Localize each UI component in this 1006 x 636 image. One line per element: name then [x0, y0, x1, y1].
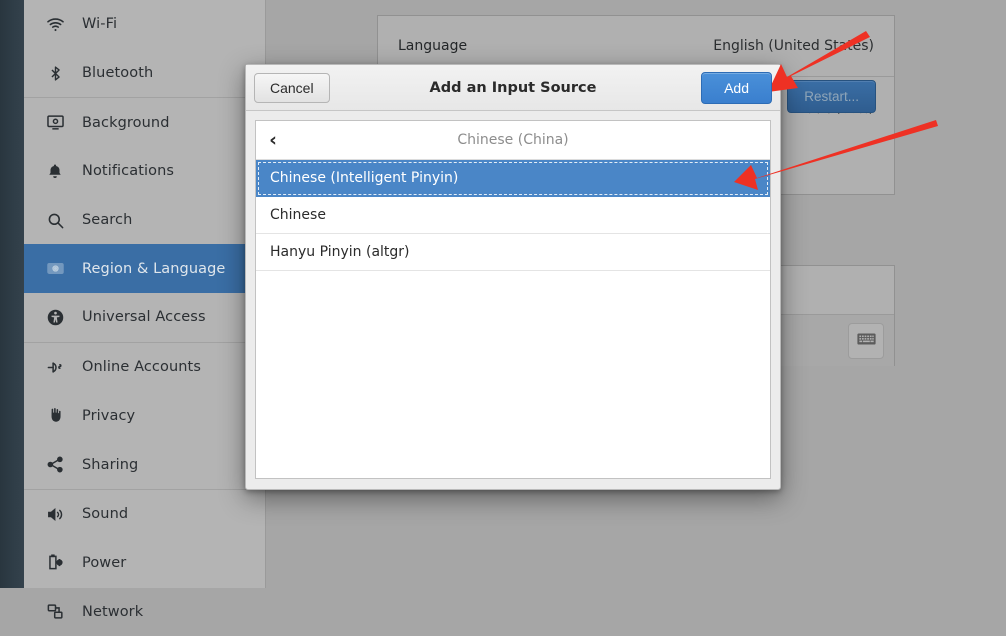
- sidebar-item-privacy[interactable]: Privacy: [24, 392, 265, 441]
- desktop-background-strip: [0, 0, 24, 588]
- sidebar-item-wifi[interactable]: Wi-Fi: [24, 0, 265, 49]
- restart-button[interactable]: Restart...: [787, 80, 876, 113]
- sidebar-item-label: Notifications: [82, 163, 175, 180]
- sidebar-item-notifications[interactable]: Notifications: [24, 147, 265, 196]
- dialog-body: ‹ Chinese (China) Chinese (Intelligent P…: [255, 120, 771, 479]
- language-row-label: Language: [398, 38, 468, 54]
- gear-icon[interactable]: [740, 170, 756, 186]
- chevron-left-icon[interactable]: ‹: [256, 121, 290, 159]
- list-item-label: Chinese: [270, 207, 326, 223]
- sidebar-item-universal-access[interactable]: Universal Access: [24, 293, 265, 342]
- dialog-header: Cancel Add an Input Source Add: [246, 65, 780, 111]
- list-item[interactable]: Chinese (Intelligent Pinyin): [256, 160, 770, 197]
- sidebar-item-background[interactable]: Background: [24, 98, 265, 147]
- sidebar-item-label: Power: [82, 554, 127, 571]
- sidebar-item-network[interactable]: Network: [24, 587, 265, 636]
- sidebar-item-label: Background: [82, 114, 170, 131]
- network-icon: [42, 602, 68, 622]
- list-item-label: Hanyu Pinyin (altgr): [270, 244, 410, 260]
- background-icon: [42, 113, 68, 133]
- keyboard-icon: [856, 332, 876, 350]
- language-row-value: English (United States): [713, 38, 874, 54]
- online-accounts-icon: [42, 357, 68, 377]
- list-item-label: Chinese (Intelligent Pinyin): [270, 170, 459, 186]
- list-header-title: Chinese (China): [457, 132, 569, 148]
- bluetooth-icon: [42, 63, 68, 83]
- sidebar-item-label: Search: [82, 212, 133, 229]
- sidebar-item-region-language[interactable]: Region & Language: [24, 244, 265, 294]
- sidebar-item-label: Wi-Fi: [82, 16, 118, 33]
- sidebar-item-search[interactable]: Search: [24, 196, 265, 245]
- keyboard-button[interactable]: [848, 323, 884, 359]
- sidebar-item-label: Sharing: [82, 456, 139, 473]
- search-icon: [42, 210, 68, 230]
- sidebar-item-label: Network: [82, 603, 144, 620]
- list-item[interactable]: Chinese: [256, 197, 770, 234]
- privacy-hand-icon: [42, 406, 68, 426]
- sidebar-item-label: Online Accounts: [82, 359, 201, 376]
- region-language-icon: [42, 259, 68, 279]
- add-input-source-dialog: Cancel Add an Input Source Add ‹ Chinese…: [245, 64, 781, 490]
- sidebar-item-sound[interactable]: Sound: [24, 490, 265, 539]
- sound-icon: [42, 504, 68, 524]
- sidebar-item-online-accounts[interactable]: Online Accounts: [24, 343, 265, 392]
- sidebar-item-label: Bluetooth: [82, 65, 154, 82]
- sidebar-item-label: Universal Access: [82, 309, 206, 326]
- sidebar-item-bluetooth[interactable]: Bluetooth: [24, 49, 265, 98]
- list-item[interactable]: Hanyu Pinyin (altgr): [256, 234, 770, 271]
- sidebar-item-power[interactable]: Power: [24, 539, 265, 588]
- wifi-icon: [42, 14, 68, 34]
- sidebar-item-label: Privacy: [82, 407, 136, 424]
- settings-sidebar: Wi-Fi Bluetooth Background Notifications…: [24, 0, 266, 620]
- universal-access-icon: [42, 307, 68, 327]
- power-battery-icon: [42, 553, 68, 573]
- input-source-list-header: ‹ Chinese (China): [256, 121, 770, 160]
- bell-icon: [42, 161, 68, 181]
- sharing-icon: [42, 455, 68, 475]
- add-button[interactable]: Add: [701, 71, 772, 104]
- restart-button-wrap: Restart...: [787, 80, 876, 113]
- sidebar-item-label: Region & Language: [82, 260, 226, 277]
- sidebar-item-label: Sound: [82, 506, 129, 523]
- sidebar-item-sharing[interactable]: Sharing: [24, 440, 265, 489]
- cancel-button[interactable]: Cancel: [254, 72, 330, 103]
